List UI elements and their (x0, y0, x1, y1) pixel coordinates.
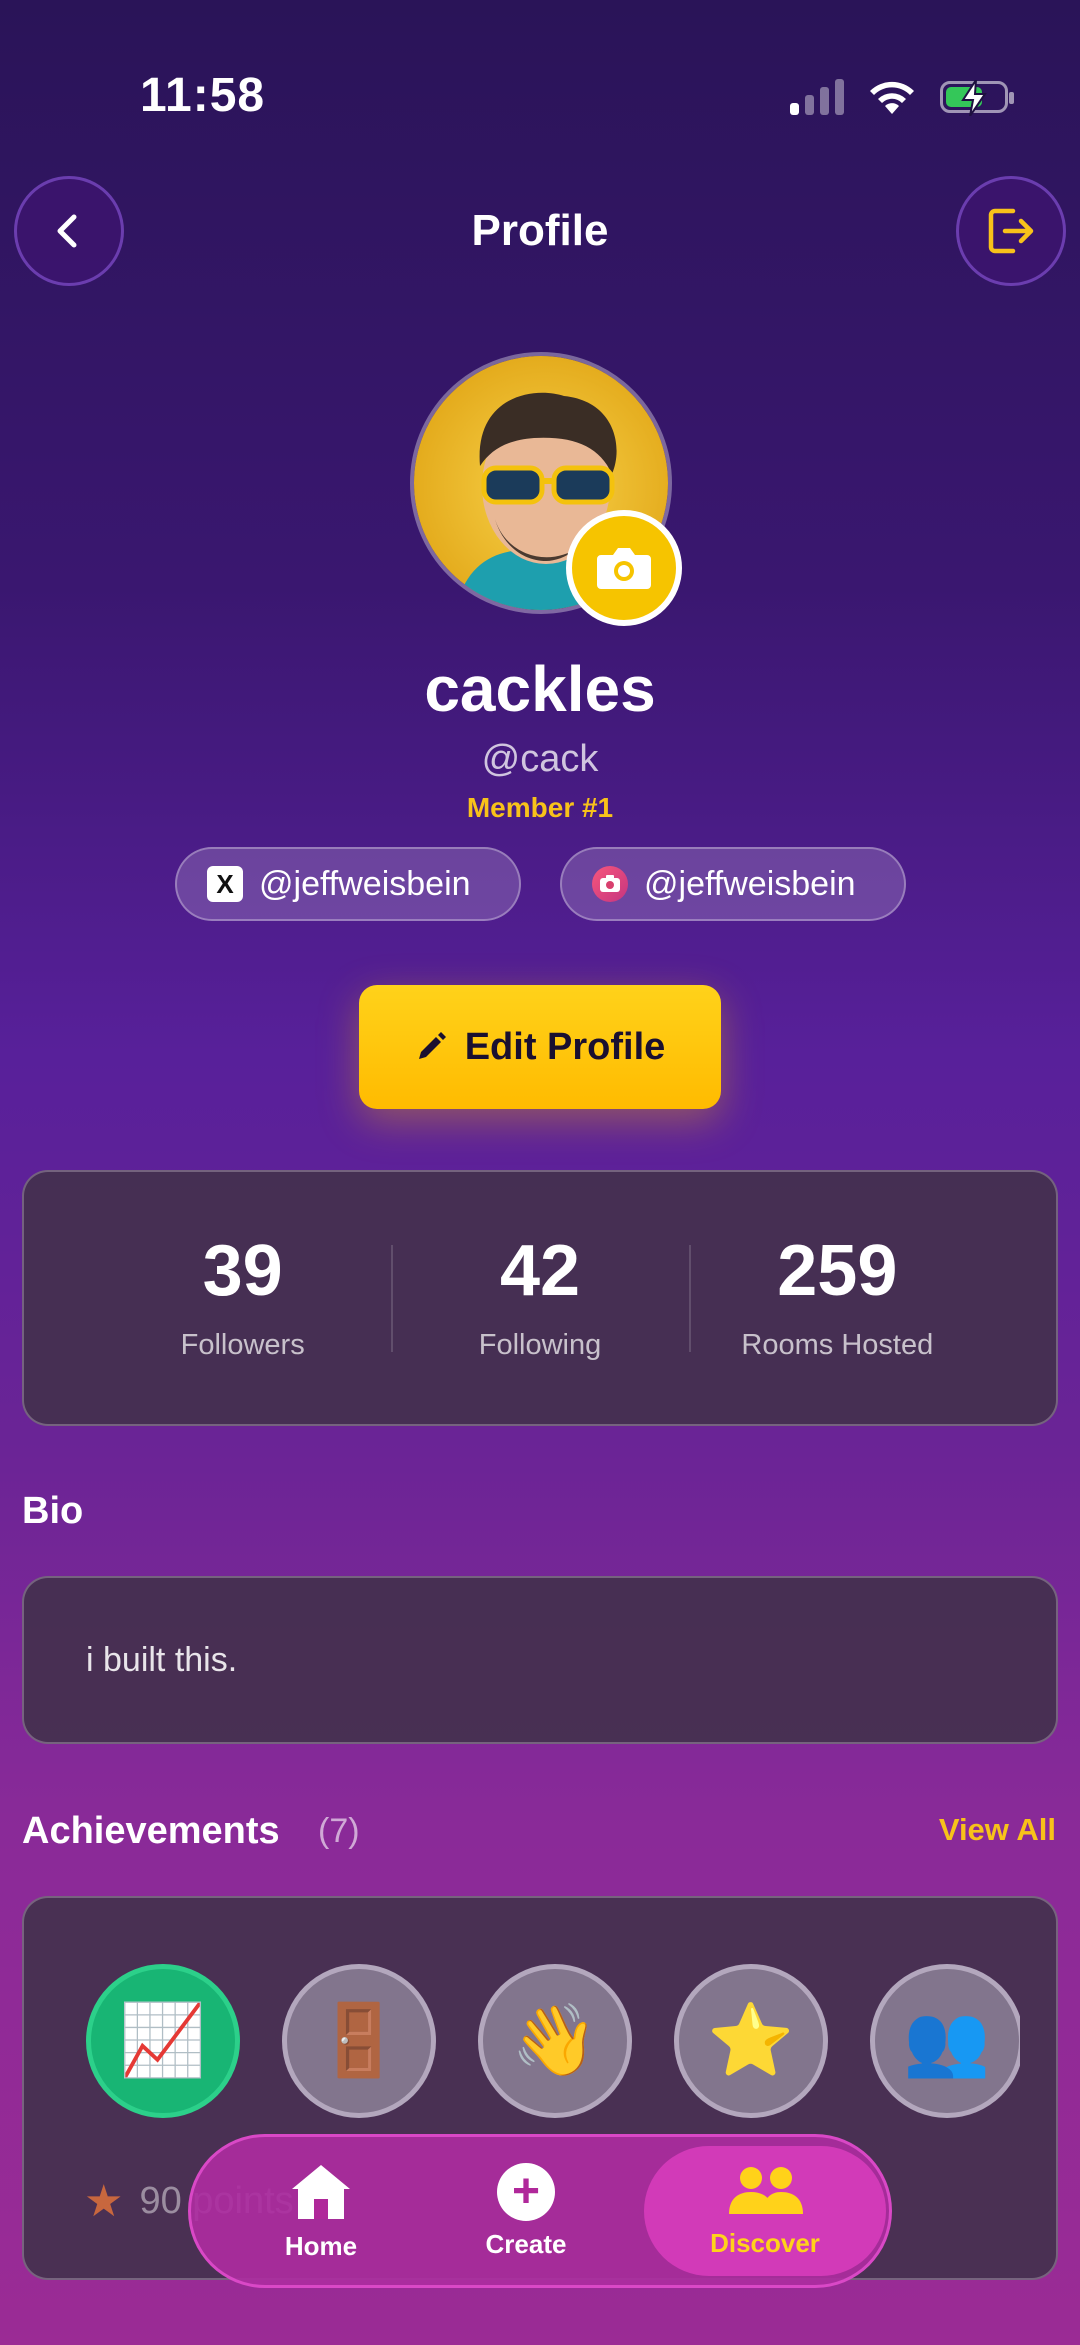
nav-create-label: Create (485, 2228, 567, 2259)
bottom-nav: Home + Create Discover (188, 2134, 892, 2288)
stat-label: Following (478, 1328, 602, 1361)
page-title: Profile (471, 206, 609, 255)
status-icons (790, 78, 1014, 116)
nav-discover[interactable]: Discover (644, 2146, 886, 2276)
stat-following[interactable]: 42 Following (391, 1235, 688, 1362)
stat-value: 42 (499, 1230, 581, 1311)
view-all-link[interactable]: View All (939, 1812, 1056, 1848)
logout-button[interactable] (956, 176, 1066, 286)
achievement-badge[interactable]: 👋 (478, 1964, 632, 2118)
x-link[interactable]: X @jeffweisbein (175, 847, 521, 921)
stat-label: Followers (180, 1328, 305, 1361)
display-name: cackles (424, 653, 656, 725)
stat-followers[interactable]: 39 Followers (94, 1235, 391, 1362)
nav-home[interactable]: Home (251, 2137, 391, 2285)
bio-heading: Bio (22, 1490, 84, 1532)
nav-create[interactable]: + Create (456, 2137, 596, 2285)
stat-rooms-hosted[interactable]: 259 Rooms Hosted (688, 1230, 986, 1362)
achievements-count: (7) (318, 1812, 360, 1850)
instagram-icon (592, 866, 628, 902)
bio-card: i built this. (22, 1576, 1058, 1744)
camera-icon (597, 548, 651, 589)
battery-icon (940, 80, 1014, 116)
achievement-badges[interactable]: 📈 🚪 👋 ⭐ 👥 (86, 1964, 1020, 2124)
bio-text: i built this. (86, 1640, 238, 1679)
achievements-heading: Achievements (22, 1810, 280, 1852)
change-photo-button[interactable] (566, 510, 682, 626)
logout-icon (988, 208, 1034, 254)
achievement-badge[interactable]: 📈 (86, 1964, 240, 2118)
achievement-badge[interactable]: 🚪 (282, 1964, 436, 2118)
wifi-icon (870, 81, 914, 114)
member-badge: Member #1 (466, 792, 614, 823)
stats-card: 39 Followers 42 Following 259 Rooms Host… (22, 1170, 1058, 1426)
pencil-icon (418, 1032, 446, 1059)
stat-label: Rooms Hosted (741, 1328, 934, 1361)
edit-profile-label: Edit Profile (464, 1025, 666, 1068)
edit-profile-button[interactable]: Edit Profile (359, 985, 721, 1109)
achievement-badge[interactable]: ⭐ (674, 1964, 828, 2118)
username-handle: @cack (481, 738, 599, 780)
instagram-handle: @jeffweisbein (644, 864, 856, 903)
people-icon (729, 2166, 803, 2214)
instagram-link[interactable]: @jeffweisbein (560, 847, 906, 921)
star-icon: ★ (84, 2177, 124, 2226)
achievement-badge[interactable]: 👥 (870, 1964, 1020, 2118)
x-icon: X (207, 866, 243, 902)
stat-value: 259 (777, 1230, 898, 1311)
x-handle: @jeffweisbein (259, 864, 471, 903)
nav-discover-label: Discover (710, 2227, 820, 2258)
stat-value: 39 (202, 1230, 283, 1311)
signal-icon (790, 79, 844, 115)
home-icon (292, 2164, 350, 2219)
nav-home-label: Home (284, 2230, 358, 2261)
plus-icon: + (497, 2162, 555, 2221)
status-time: 11:58 (140, 69, 266, 122)
